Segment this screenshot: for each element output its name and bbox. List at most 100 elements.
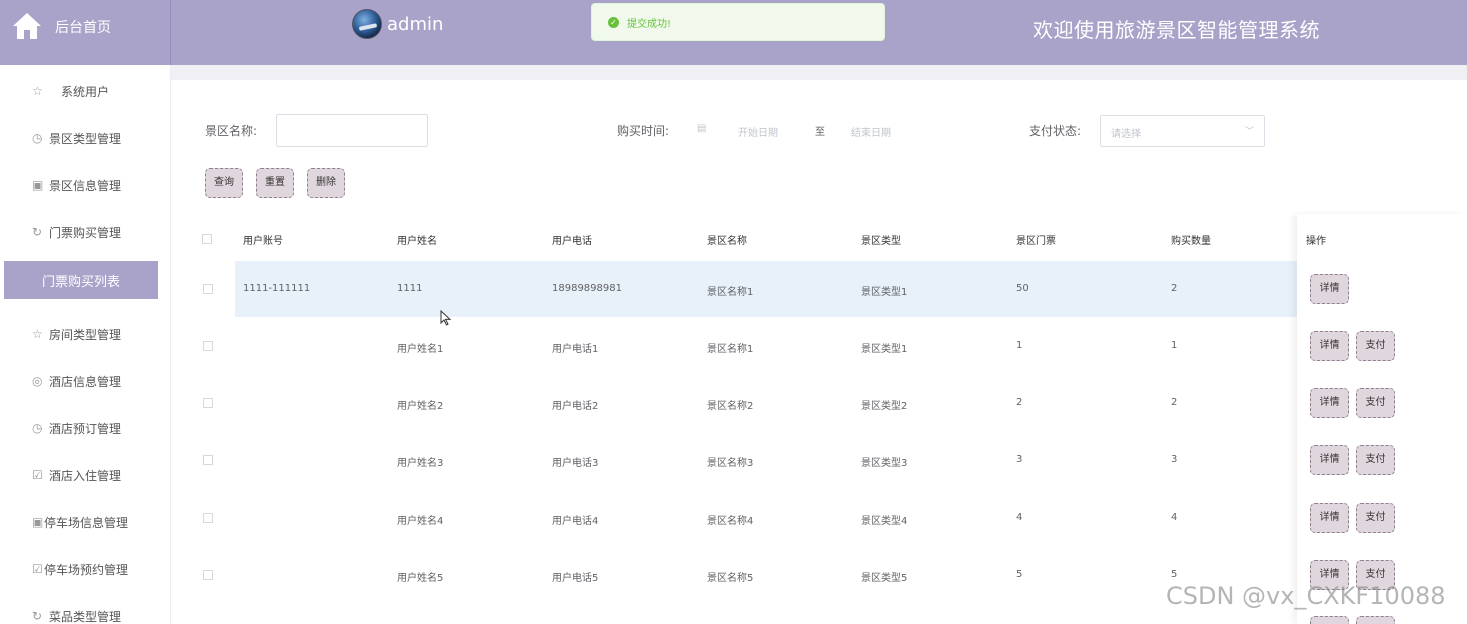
sidebar-item-parking-info[interactable]: ▣ 停车场信息管理 — [0, 502, 171, 542]
sidebar-item-parking-reservation[interactable]: ☑ 停车场预约管理 — [0, 549, 171, 589]
success-toast: ✓ 提交成功! — [591, 3, 885, 41]
cell-phone: 用户电话2 — [552, 401, 599, 412]
refresh-icon: ↻ — [32, 225, 43, 239]
chevron-down-icon: ﹀ — [1244, 127, 1254, 137]
column-header-operations: 操作 — [1306, 236, 1326, 247]
sidebar-item-scenic-type[interactable]: ◷ 景区类型管理 — [0, 118, 171, 158]
sidebar-item-scenic-info[interactable]: ▣ 景区信息管理 — [0, 165, 171, 205]
cell-scenic: 景区名称1 — [707, 344, 754, 355]
home-link[interactable]: 后台首页 — [0, 0, 171, 65]
pay-button-partial[interactable] — [1356, 616, 1395, 624]
sidebar-item-label: 景区信息管理 — [49, 178, 122, 193]
detail-button[interactable]: 详情 — [1310, 331, 1349, 361]
check-circle-icon: ✓ — [608, 16, 619, 28]
mouse-cursor-icon — [440, 310, 452, 326]
cell-type: 景区类型1 — [861, 344, 908, 355]
star-icon: ☆ — [32, 84, 43, 98]
detail-button-partial[interactable] — [1310, 616, 1349, 624]
column-header-ticket: 景区门票 — [1016, 236, 1056, 247]
column-header-account: 用户账号 — [243, 236, 283, 247]
cell-account: 1111-111111 — [243, 283, 311, 294]
date-range-picker[interactable]: ▤ 开始日期 至 结束日期 — [690, 114, 920, 146]
sidebar-item-label: 停车场预约管理 — [44, 562, 129, 577]
cell-type: 景区类型5 — [861, 573, 908, 584]
scenic-name-label: 景区名称: — [205, 124, 258, 138]
sidebar-item-ticket-purchase[interactable]: ↻ 门票购买管理 — [0, 212, 171, 252]
delete-button[interactable]: 删除 — [307, 168, 345, 198]
select-all-checkbox[interactable] — [202, 234, 212, 244]
row-checkbox[interactable] — [203, 513, 213, 523]
star-icon: ☆ — [32, 327, 43, 341]
clock-icon: ◷ — [32, 131, 43, 145]
calendar-icon: ▤ — [697, 123, 707, 134]
scenic-name-input[interactable] — [276, 114, 428, 147]
sidebar-item-label: 景区类型管理 — [49, 131, 122, 146]
box-icon: ▣ — [32, 178, 44, 192]
clock-icon: ◷ — [32, 421, 43, 435]
cell-scenic: 景区名称1 — [707, 287, 754, 298]
cell-qty: 1 — [1171, 340, 1178, 351]
pay-button[interactable]: 支付 — [1356, 445, 1395, 475]
row-checkbox[interactable] — [203, 455, 213, 465]
content-top-band — [171, 65, 1467, 80]
cell-type: 景区类型2 — [861, 401, 908, 412]
row-checkbox[interactable] — [203, 570, 213, 580]
column-header-type: 景区类型 — [861, 236, 901, 247]
sidebar-item-hotel-checkin[interactable]: ☑ 酒店入住管理 — [0, 455, 171, 495]
detail-button[interactable]: 详情 — [1310, 274, 1349, 304]
sidebar-item-label: 门票购买管理 — [49, 225, 122, 240]
cell-type: 景区类型3 — [861, 458, 908, 469]
pay-button[interactable]: 支付 — [1356, 503, 1395, 533]
sidebar-item-label: 酒店预订管理 — [49, 421, 122, 436]
sidebar-item-system-users[interactable]: ☆ 系统用户 — [0, 71, 171, 111]
detail-button[interactable]: 详情 — [1310, 503, 1349, 533]
reset-button[interactable]: 重置 — [256, 168, 294, 198]
cell-phone: 用户电话5 — [552, 573, 599, 584]
sidebar-item-hotel-booking[interactable]: ◷ 酒店预订管理 — [0, 408, 171, 448]
cell-scenic: 景区名称3 — [707, 458, 754, 469]
cell-phone: 用户电话4 — [552, 516, 599, 527]
start-date-placeholder[interactable]: 开始日期 — [738, 124, 778, 139]
column-header-name: 用户姓名 — [397, 236, 437, 247]
sidebar-item-label: 停车场信息管理 — [44, 515, 129, 530]
end-date-placeholder[interactable]: 结束日期 — [851, 124, 891, 139]
range-separator: 至 — [815, 127, 825, 138]
watermark: CSDN @vx_CXKF10088 — [1166, 582, 1446, 610]
cell-name: 1111 — [397, 283, 423, 294]
search-button[interactable]: 查询 — [205, 168, 243, 198]
cell-ticket: 50 — [1016, 283, 1029, 294]
pay-button[interactable]: 支付 — [1356, 388, 1395, 418]
cell-scenic: 景区名称5 — [707, 573, 754, 584]
cell-ticket: 5 — [1016, 569, 1023, 580]
row-checkbox[interactable] — [203, 398, 213, 408]
user-menu[interactable]: admin — [352, 8, 443, 40]
detail-button[interactable]: 详情 — [1310, 388, 1349, 418]
cell-qty: 2 — [1171, 283, 1178, 294]
sidebar-item-label: 系统用户 — [61, 84, 110, 99]
sidebar-item-room-type[interactable]: ☆ 房间类型管理 — [0, 314, 171, 354]
sidebar-item-hotel-info[interactable]: ◎ 酒店信息管理 — [0, 361, 171, 401]
sidebar-item-ticket-list[interactable]: 门票购买列表 — [4, 261, 158, 299]
cell-type: 景区类型1 — [861, 287, 908, 298]
cell-ticket: 3 — [1016, 454, 1023, 465]
box-icon: ▣ — [32, 515, 44, 529]
sidebar-item-dish-type[interactable]: ↻ 菜品类型管理 — [0, 596, 171, 624]
pay-status-select[interactable]: 请选择 ﹀ — [1100, 115, 1265, 147]
sidebar-item-label: 门票购买列表 — [41, 274, 120, 290]
avatar — [352, 9, 382, 39]
pay-button[interactable]: 支付 — [1356, 331, 1395, 361]
cell-qty: 5 — [1171, 569, 1178, 580]
home-icon — [13, 13, 41, 39]
row-checkbox[interactable] — [203, 341, 213, 351]
app-title: 欢迎使用旅游景区智能管理系统 — [1033, 18, 1320, 42]
calendar-check-icon: ☑ — [32, 562, 43, 576]
compass-icon: ◎ — [32, 374, 43, 388]
purchase-time-label: 购买时间: — [617, 124, 670, 138]
home-label: 后台首页 — [55, 20, 111, 36]
sidebar-item-label: 酒店入住管理 — [49, 468, 122, 483]
refresh-icon: ↻ — [32, 609, 43, 623]
sidebar-item-label: 酒店信息管理 — [49, 374, 122, 389]
row-checkbox[interactable] — [203, 284, 213, 294]
cell-phone: 用户电话1 — [552, 344, 599, 355]
detail-button[interactable]: 详情 — [1310, 445, 1349, 475]
